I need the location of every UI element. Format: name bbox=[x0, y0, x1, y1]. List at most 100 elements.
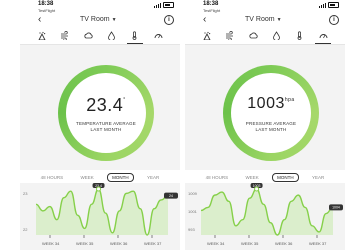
gauge-center: 23.4° TEMPERATURE AVERAGE LAST MONTH bbox=[66, 73, 146, 153]
x-tick-label: WEEK 34 bbox=[42, 241, 60, 246]
room-selector[interactable]: TV Room ▼ bbox=[245, 16, 282, 23]
back-button[interactable]: ‹ bbox=[203, 15, 206, 25]
average-caption: PRESSURE AVERAGE LAST MONTH bbox=[237, 121, 305, 133]
series-area bbox=[36, 189, 168, 235]
current-callout: 24 bbox=[164, 192, 178, 199]
period-week[interactable]: WEEK bbox=[242, 174, 263, 181]
x-tick-label: WEEK 35 bbox=[241, 241, 259, 246]
sprayer-icon bbox=[37, 27, 46, 45]
peak-point[interactable] bbox=[96, 186, 102, 192]
tab-cloud[interactable] bbox=[245, 29, 261, 43]
tab-wind[interactable] bbox=[57, 29, 73, 43]
tab-wind[interactable] bbox=[222, 29, 238, 43]
room-selector[interactable]: TV Room ▼ bbox=[80, 16, 117, 23]
tab-gauge[interactable] bbox=[315, 27, 332, 45]
y-tick-label: 22 bbox=[23, 227, 28, 232]
gauge-ring: 23.4° TEMPERATURE AVERAGE LAST MONTH bbox=[58, 65, 154, 161]
average-caption: TEMPERATURE AVERAGE LAST MONTH bbox=[72, 121, 140, 133]
period-week[interactable]: WEEK bbox=[77, 174, 98, 181]
gauge-icon bbox=[319, 27, 328, 45]
average-value: 23.4° bbox=[66, 95, 146, 116]
period-selector: 48 HOURS WEEK MONTH YEAR bbox=[20, 172, 180, 182]
gauge-ring: 1003hpa PRESSURE AVERAGE LAST MONTH bbox=[223, 65, 319, 161]
current-callout: 1004 bbox=[329, 204, 343, 211]
x-tick-label: WEEK 36 bbox=[110, 241, 128, 246]
x-tick-label: WEEK 36 bbox=[275, 241, 293, 246]
info-icon[interactable]: i bbox=[164, 15, 174, 25]
carrier-label: TestFlight bbox=[38, 8, 56, 13]
trend-chart-svg: 2322WEEK 34 WEEK 35 WEEK 36 WEEK 3723.424 bbox=[23, 183, 178, 246]
drop-icon bbox=[107, 27, 116, 45]
period-48-hours[interactable]: 48 HOURS bbox=[202, 174, 233, 181]
header: ‹ TV Room ▼ i bbox=[185, 14, 345, 28]
tab-sprayer[interactable] bbox=[34, 29, 50, 43]
thermometer-icon bbox=[130, 27, 139, 45]
page-title: TV Room bbox=[245, 16, 275, 23]
thermometer-icon bbox=[295, 27, 304, 45]
average-value: 1003hpa bbox=[231, 95, 311, 113]
tab-drop[interactable] bbox=[104, 29, 120, 43]
status-indicators bbox=[154, 2, 174, 8]
info-icon[interactable]: i bbox=[329, 15, 339, 25]
period-year[interactable]: YEAR bbox=[143, 174, 163, 181]
x-tick-label: WEEK 35 bbox=[76, 241, 94, 246]
signal-icon bbox=[154, 2, 161, 8]
back-button[interactable]: ‹ bbox=[38, 15, 41, 25]
period-selector: 48 HOURS WEEK MONTH YEAR bbox=[185, 172, 345, 182]
x-tick-label: WEEK 34 bbox=[207, 241, 225, 246]
sensor-tabs bbox=[20, 28, 180, 44]
average-unit: hpa bbox=[284, 97, 295, 103]
tab-thermometer[interactable] bbox=[126, 27, 143, 45]
gauge-icon bbox=[154, 27, 163, 45]
tab-cloud[interactable] bbox=[80, 29, 96, 43]
wind-icon bbox=[225, 27, 234, 45]
chevron-down-icon: ▼ bbox=[276, 16, 282, 23]
caption-line2: LAST MONTH bbox=[255, 127, 287, 132]
cloud-icon bbox=[84, 27, 93, 45]
x-tick-label: WEEK 37 bbox=[144, 241, 162, 246]
chevron-down-icon: ▼ bbox=[111, 16, 117, 23]
tab-thermometer[interactable] bbox=[292, 29, 308, 43]
average-number: 23.4 bbox=[86, 95, 124, 115]
current-callout-label: 1004 bbox=[332, 206, 340, 210]
carrier-label: TestFlight bbox=[203, 8, 221, 13]
period-year[interactable]: YEAR bbox=[308, 174, 328, 181]
period-month[interactable]: MONTH bbox=[107, 172, 134, 182]
period-month[interactable]: MONTH bbox=[272, 172, 299, 182]
trend-chart-svg: 1009 1001 993 WEEK 34 WEEK 35 WEEK 36 WEEK 37 1… bbox=[188, 183, 343, 246]
caption-line2: LAST MONTH bbox=[90, 127, 122, 132]
cloud-icon bbox=[249, 27, 258, 45]
x-tick-label: WEEK 37 bbox=[309, 241, 327, 246]
tab-gauge[interactable] bbox=[150, 29, 166, 43]
average-unit: ° bbox=[123, 97, 126, 103]
tab-drop[interactable] bbox=[269, 29, 285, 43]
screen-temperature: 18:38 TestFlight ‹ TV Room ▼ i 23.4° TEMPERATUR… bbox=[20, 0, 180, 250]
battery-icon bbox=[328, 2, 339, 8]
gauge-panel: 1003hpa PRESSURE AVERAGE LAST MONTH bbox=[185, 45, 345, 170]
status-time: 18:38 bbox=[38, 1, 54, 7]
header: ‹ TV Room ▼ i bbox=[20, 14, 180, 28]
tab-sprayer[interactable] bbox=[199, 29, 215, 43]
current-callout-label: 24 bbox=[169, 194, 173, 198]
sensor-tabs bbox=[185, 28, 345, 44]
trend-chart: 1009 1001 993 WEEK 34 WEEK 35 WEEK 36 WEEK 37 1… bbox=[185, 183, 345, 250]
y-tick-label: 1009 bbox=[188, 191, 198, 196]
signal-icon bbox=[319, 2, 326, 8]
y-tick-label: 23 bbox=[23, 191, 28, 196]
period-48-hours[interactable]: 48 HOURS bbox=[37, 174, 68, 181]
peak-point[interactable] bbox=[254, 186, 260, 192]
gauge-center: 1003hpa PRESSURE AVERAGE LAST MONTH bbox=[231, 73, 311, 153]
y-tick-label: 993 bbox=[188, 227, 195, 232]
y-tick-label: 1001 bbox=[188, 209, 198, 214]
drop-icon bbox=[272, 27, 281, 45]
status-indicators bbox=[319, 2, 339, 8]
status-time: 18:38 bbox=[203, 1, 219, 7]
average-number: 1003 bbox=[247, 95, 285, 112]
trend-chart: 23 22 WEEK 34 WEEK 35 WEEK 36 WEEK 37 23.4 24 bbox=[20, 183, 180, 250]
page-title: TV Room bbox=[80, 16, 110, 23]
sprayer-icon bbox=[202, 27, 211, 45]
battery-icon bbox=[163, 2, 174, 8]
gauge-panel: 23.4° TEMPERATURE AVERAGE LAST MONTH bbox=[20, 45, 180, 170]
wind-icon bbox=[60, 27, 69, 45]
screen-pressure: 18:38 TestFlight ‹ TV Room ▼ i 1003hpa PRESSURE… bbox=[185, 0, 345, 250]
